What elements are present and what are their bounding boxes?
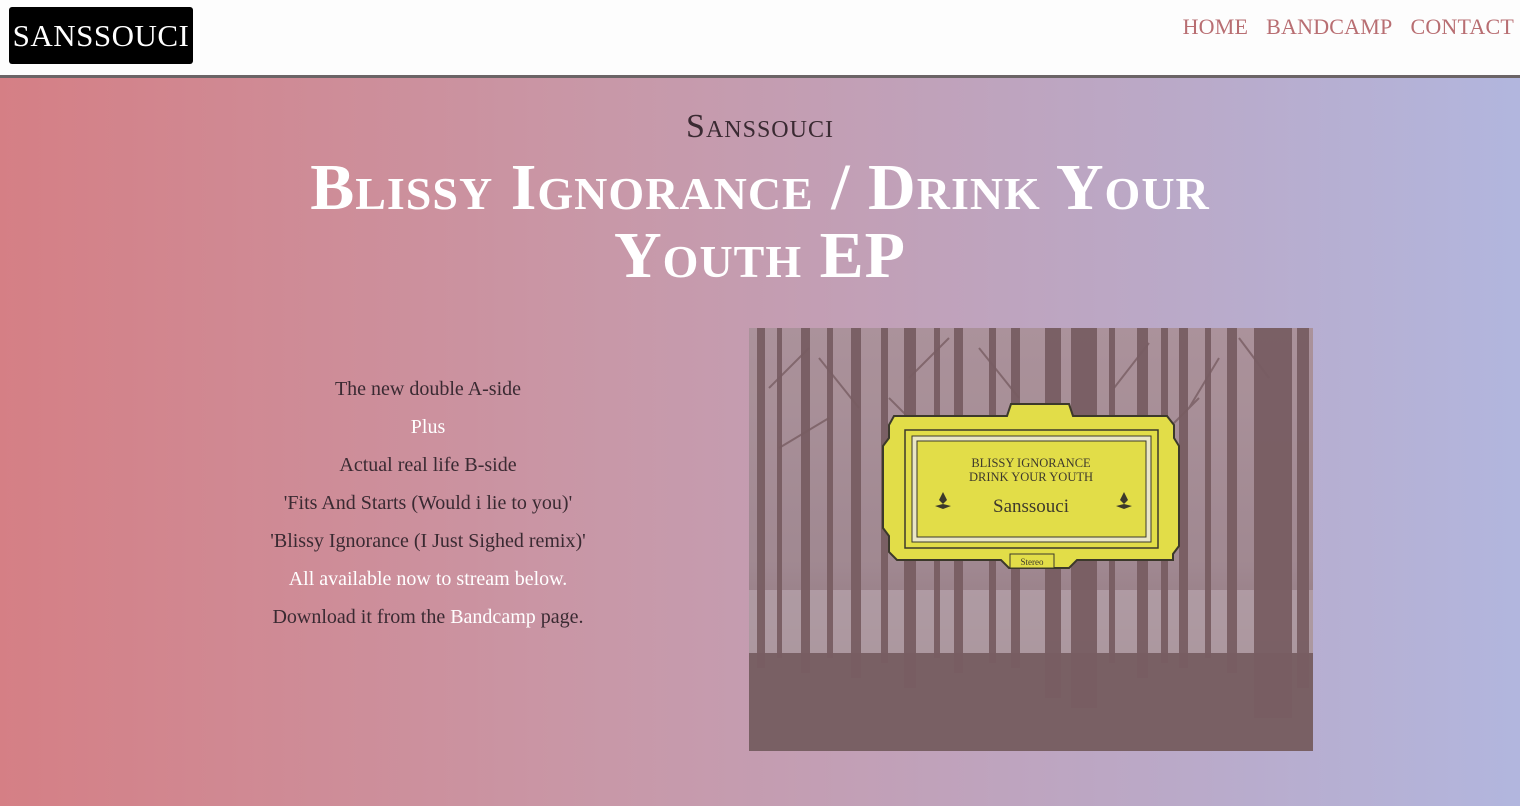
- brand-logo-link[interactable]: SANSSOUCI: [9, 7, 193, 64]
- hero-section: Sanssouci Blissy Ignorance / Drink Your …: [0, 78, 1520, 806]
- release-title: Blissy Ignorance / Drink Your Youth EP: [310, 151, 1210, 292]
- top-navbar: SANSSOUCI HOME BANDCAMP CONTACT: [0, 0, 1520, 78]
- nav-links: HOME BANDCAMP CONTACT: [1183, 14, 1514, 40]
- desc-line: All available now to stream below.: [288, 568, 568, 590]
- desc-line: The new double A-side: [334, 378, 522, 400]
- album-cover-image: BLISSY IGNORANCE DRINK YOUR YOUTH Sansso…: [749, 328, 1313, 751]
- release-description: The new double A-side Plus Actual real l…: [208, 370, 648, 636]
- nav-link-bandcamp[interactable]: BANDCAMP: [1266, 14, 1392, 40]
- desc-line: Actual real life B-side: [339, 454, 517, 476]
- artist-heading: Sanssouci: [686, 108, 834, 145]
- desc-line: Plus: [410, 416, 446, 438]
- download-text-end: page.: [540, 606, 584, 628]
- download-text: Download it from the: [272, 606, 446, 628]
- nav-link-home[interactable]: HOME: [1183, 14, 1249, 40]
- desc-line: 'Fits And Starts (Would i lie to you)': [283, 492, 573, 514]
- desc-line-download: Download it from the Bandcamp page.: [208, 598, 648, 636]
- desc-line: 'Blissy Ignorance (I Just Sighed remix)': [270, 530, 586, 552]
- nav-link-contact[interactable]: CONTACT: [1410, 14, 1514, 40]
- bandcamp-link[interactable]: Bandcamp: [450, 606, 536, 628]
